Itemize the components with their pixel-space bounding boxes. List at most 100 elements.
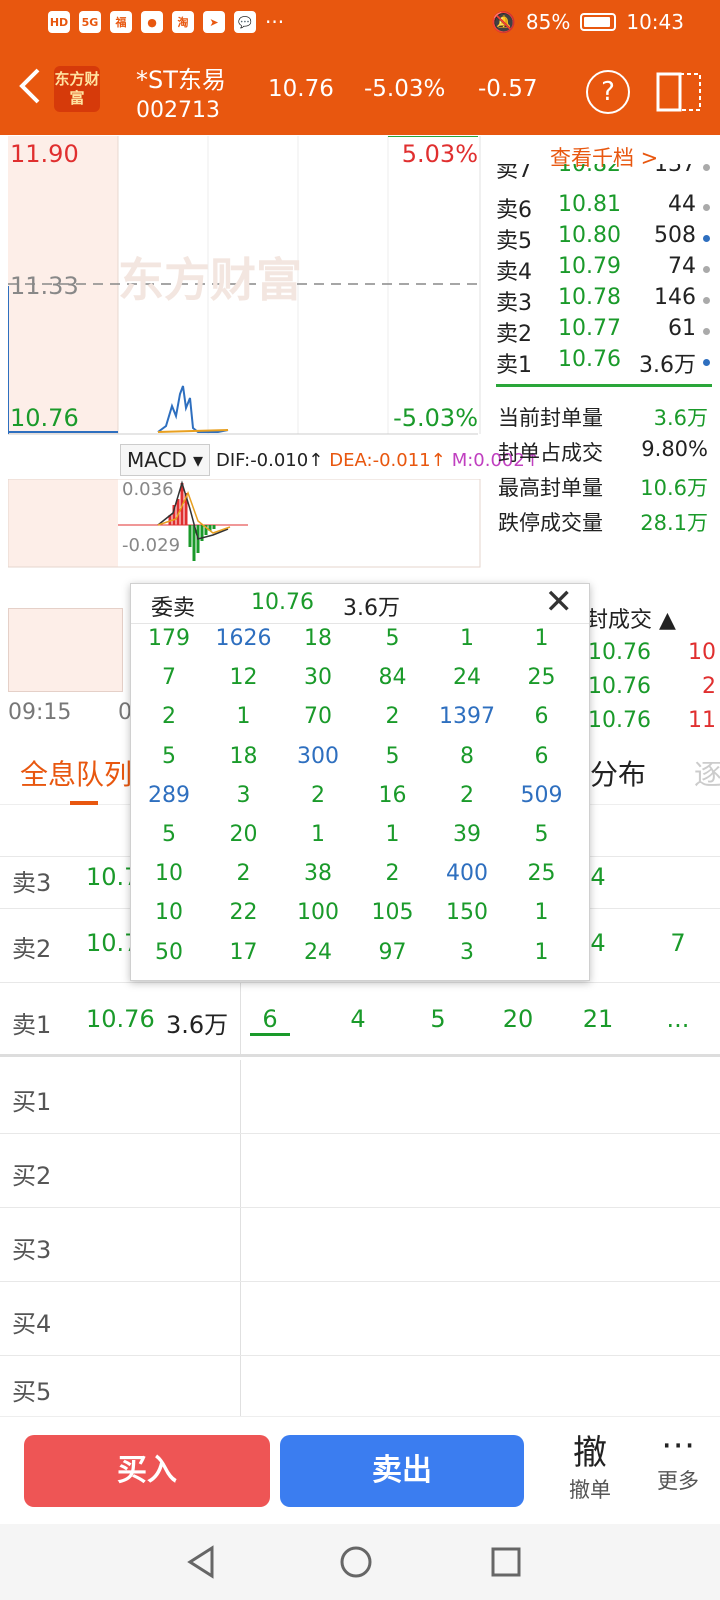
queue-row[interactable]: 买4 [0, 1282, 720, 1356]
dif-value: DIF:-0.010↑ [216, 449, 324, 471]
popup-cell: 50 [155, 939, 183, 965]
popup-cell: 5 [385, 743, 400, 769]
order-row[interactable]: 卖3 10.78 146 [496, 285, 710, 316]
queue-cell[interactable]: 6 [250, 1005, 290, 1036]
order-row[interactable]: 卖5 10.80 508 [496, 223, 710, 254]
popup-cell: 1 [236, 704, 251, 730]
trade-vol: 11 [688, 708, 716, 733]
order-row[interactable]: 卖7 10.82 137 [496, 164, 710, 184]
popup-cell: 16 [378, 782, 407, 808]
order-vol: 508 [654, 223, 696, 248]
signal-icon: 5G [79, 11, 101, 33]
queue-more[interactable]: ... [648, 1005, 708, 1033]
queue-row[interactable]: 卖1 10.76 3.6万 6 4 5 20 21 ... [0, 983, 720, 1057]
popup-title: 委卖 [151, 596, 196, 621]
back-icon[interactable] [14, 66, 48, 106]
order-name: 卖7 [496, 164, 532, 183]
popup-cell: 12 [229, 665, 258, 691]
queue-row[interactable]: 买1 [0, 1060, 720, 1134]
popup-cell: 39 [453, 822, 481, 847]
queue-price: 10.76 [86, 1005, 155, 1033]
popup-cell: 5 [162, 743, 176, 769]
indicator-select[interactable]: MACD ▾ [120, 444, 210, 476]
cancel-icon: 撤 [573, 1433, 607, 1473]
stat-value: 28.1万 [640, 511, 708, 535]
help-icon[interactable]: ? [586, 70, 630, 114]
stock-name: *ST东易 [136, 66, 226, 94]
queue-cell[interactable]: 7 [648, 929, 708, 957]
order-row[interactable]: 卖4 10.79 74 [496, 254, 710, 285]
popup-cell: 509 [520, 782, 563, 808]
nav-recents-icon[interactable] [486, 1542, 526, 1582]
popup-cell: 18 [229, 743, 258, 769]
order-price: 10.77 [558, 316, 621, 341]
buy-button[interactable]: 买入 [24, 1435, 270, 1507]
clock: 10:43 [626, 10, 684, 34]
layout-switch-icon[interactable] [656, 68, 702, 114]
stat-row: 最高封单量 10.6万 [498, 472, 708, 506]
volume-chart[interactable] [8, 608, 123, 692]
queue-row[interactable]: 买3 [0, 1208, 720, 1282]
app-logo: 东方财富 [54, 66, 100, 112]
popup-cell: 10 [155, 861, 183, 887]
popup-vol: 3.6万 [343, 596, 400, 621]
popup-cell: 6 [534, 704, 549, 730]
order-row[interactable]: 卖1 10.76 3.6万 [496, 347, 710, 378]
chart-low-label: 10.76 [10, 404, 79, 432]
close-icon[interactable]: ✕ [545, 582, 574, 622]
order-row[interactable]: 卖6 10.81 44 [496, 192, 710, 223]
order-book: 查看千档 > 卖7 10.82 137 卖6 10.81 44 卖5 10.80… [490, 136, 720, 586]
time-start-label: 09:15 [8, 700, 72, 725]
popup-price: 10.76 [251, 590, 314, 615]
order-dot-icon [703, 204, 710, 211]
tab-tick[interactable]: 逐 [694, 753, 720, 793]
stat-row: 封单占成交 9.80% [498, 437, 708, 471]
stat-value: 3.6万 [653, 406, 708, 430]
popup-cell: 150 [446, 900, 488, 926]
trade-price: 10.76 [588, 640, 651, 665]
queue-row[interactable]: 买2 [0, 1134, 720, 1208]
mute-icon: 🔕 [491, 10, 516, 34]
queue-cell[interactable]: 5 [408, 1005, 468, 1033]
order-row[interactable]: 卖2 10.77 61 [496, 316, 710, 347]
cancel-order-button[interactable]: 撤 撤单 [560, 1425, 620, 1504]
tab-full-queue[interactable]: 全息队列 [20, 753, 132, 793]
stock-code: 002713 [136, 98, 220, 123]
queue-row[interactable]: 买5 [0, 1356, 720, 1416]
more-button[interactable]: ⋯ 更多 [648, 1425, 708, 1495]
nav-home-icon[interactable] [336, 1542, 376, 1582]
macd-chart[interactable]: 0.036 -0.029 [7, 478, 488, 569]
popup-cell: 300 [297, 743, 339, 769]
system-nav-bar [0, 1524, 720, 1600]
popup-cell: 2 [385, 861, 400, 887]
sell-button[interactable]: 卖出 [280, 1435, 524, 1507]
dropdown-icon: ▾ [192, 448, 203, 472]
queue-cell[interactable]: 21 [568, 1005, 628, 1033]
popup-cell: 18 [304, 626, 332, 651]
order-vol: 44 [668, 192, 696, 217]
price-chart[interactable]: 11.90 11.33 10.76 5.03% -5.03% 东方财富 [7, 135, 488, 441]
order-dot-icon [703, 328, 710, 335]
queue-name: 买2 [12, 1162, 52, 1190]
order-price: 10.79 [558, 254, 621, 279]
stat-row: 跌停成交量 28.1万 [498, 507, 708, 541]
order-dot-icon [703, 164, 710, 171]
popup-cell: 5 [162, 822, 176, 847]
queue-cell[interactable]: 20 [488, 1005, 548, 1033]
queue-cell[interactable]: 4 [328, 1005, 388, 1033]
chat-icon: 💬 [234, 11, 256, 33]
popup-cell: 24 [453, 665, 481, 691]
popup-cell: 179 [148, 626, 190, 651]
stat-key: 封单占成交 [498, 441, 603, 465]
order-price: 10.82 [558, 164, 621, 177]
order-price: 10.76 [558, 347, 621, 372]
tab-distribution[interactable]: 分布 [590, 753, 646, 793]
trade-vol: 10 [688, 640, 716, 665]
stat-value: 9.80% [641, 437, 708, 461]
macd-lo-label: -0.029 [122, 535, 181, 556]
order-price: 10.80 [558, 223, 621, 248]
popup-cell: 2 [460, 782, 474, 808]
popup-cell: 24 [304, 939, 332, 965]
trades-header[interactable]: 封成交 ▲ [586, 602, 676, 634]
nav-back-icon[interactable] [182, 1542, 222, 1582]
